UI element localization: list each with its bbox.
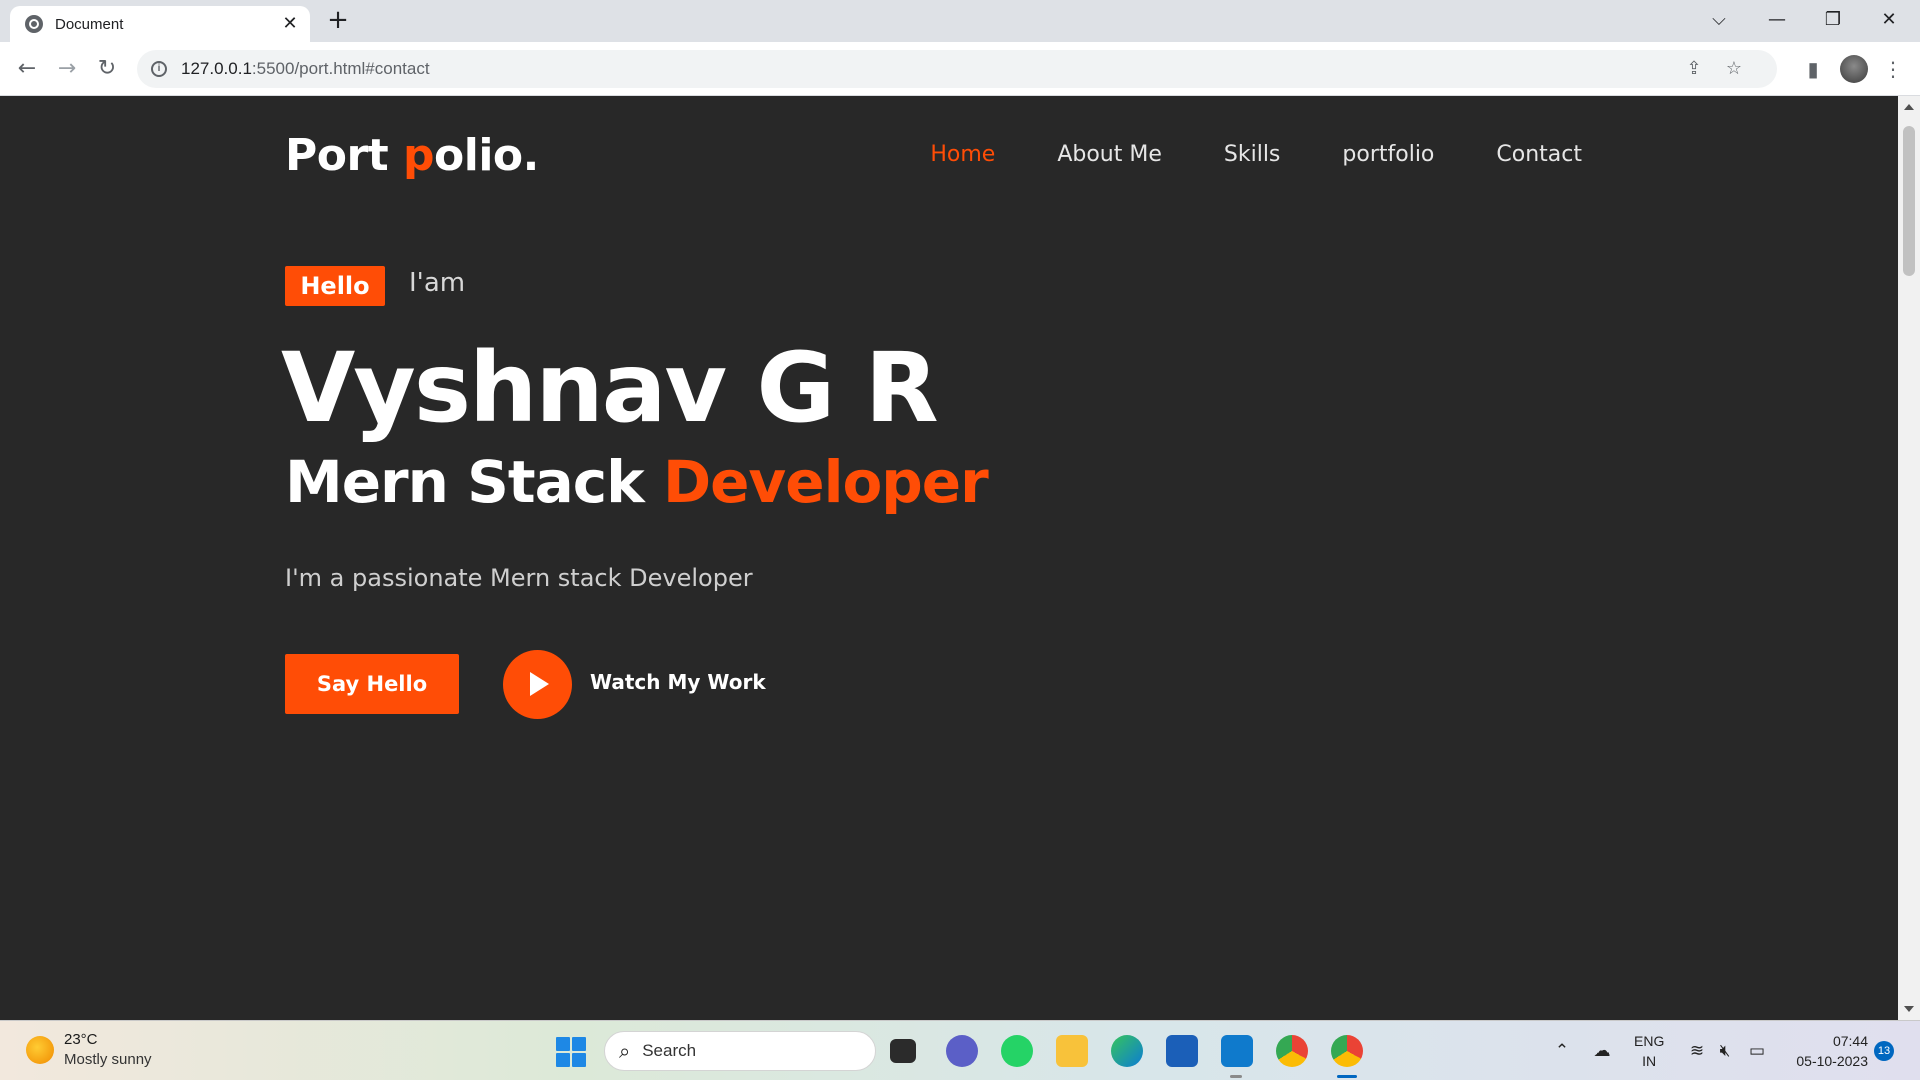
logo-text-rest: olio.: [434, 130, 539, 181]
kebab-menu-icon[interactable]: ⋮: [1878, 54, 1908, 84]
restore-button[interactable]: ❐: [1810, 4, 1856, 36]
clock-date: 05-10-2023: [1796, 1053, 1868, 1069]
nav-contact[interactable]: Contact: [1496, 142, 1582, 167]
whatsapp-icon[interactable]: [1001, 1035, 1033, 1067]
windows-taskbar: 23°C Mostly sunny ⌕ Search ⌃ ☁ ENG IN ≋ 🔇…: [0, 1020, 1920, 1080]
hero-tagline: I'm a passionate Mern stack Developer: [285, 564, 753, 592]
hello-badge: Hello: [285, 266, 385, 306]
logo-text: Port: [285, 130, 404, 181]
browser-toolbar: ← → ↻ i 127.0.0.1:5500/port.html#contact…: [0, 42, 1920, 96]
site-logo[interactable]: Port polio.: [285, 130, 539, 181]
speaker-muted-icon[interactable]: 🔇︎: [1713, 1039, 1737, 1063]
profile-avatar[interactable]: [1840, 55, 1868, 83]
page-scrollbar[interactable]: [1898, 96, 1920, 1020]
tab-title: Document: [55, 15, 124, 33]
clock-time: 07:44: [1832, 1033, 1868, 1049]
browser-tab-bar: Document ✕ + ⌵ — ❐ ✕: [0, 0, 1920, 42]
scroll-thumb[interactable]: [1903, 126, 1915, 276]
address-bar[interactable]: i 127.0.0.1:5500/port.html#contact ⇪ ☆: [137, 50, 1777, 88]
hero-title-main: Mern Stack: [285, 448, 663, 516]
browser-tab[interactable]: Document ✕: [10, 6, 310, 42]
search-icon: ⌕: [619, 1039, 631, 1063]
vscode-running-indicator: [1230, 1075, 1242, 1078]
chrome-active-indicator: [1337, 1075, 1357, 1078]
side-panel-icon[interactable]: ▮: [1798, 54, 1828, 84]
nav-portfolio[interactable]: portfolio: [1342, 142, 1434, 167]
url-host: 127.0.0.1: [181, 59, 252, 78]
play-icon[interactable]: [503, 650, 572, 719]
say-hello-button[interactable]: Say Hello: [285, 654, 459, 714]
new-tab-button[interactable]: +: [325, 7, 351, 34]
nav-about-me[interactable]: About Me: [1057, 142, 1162, 167]
logo-accent: p: [403, 130, 435, 181]
chevron-up-icon[interactable]: ⌃: [1550, 1039, 1574, 1063]
star-icon[interactable]: ☆: [1723, 58, 1745, 80]
chrome-icon[interactable]: [1276, 1035, 1308, 1067]
minimize-button[interactable]: —: [1754, 4, 1800, 36]
language-indicator[interactable]: ENG IN: [1634, 1031, 1664, 1071]
back-icon[interactable]: ←: [12, 54, 42, 84]
windows-start-icon[interactable]: [556, 1037, 586, 1067]
info-icon[interactable]: i: [151, 61, 167, 77]
clock[interactable]: 07:44 05-10-2023: [1796, 1031, 1868, 1071]
intro-text: I'am: [409, 268, 466, 298]
weather-temp[interactable]: 23°C: [64, 1031, 98, 1048]
tab-close-icon[interactable]: ✕: [280, 14, 300, 34]
close-window-button[interactable]: ✕: [1866, 4, 1912, 36]
nav-home[interactable]: Home: [930, 142, 995, 167]
battery-icon[interactable]: ▭: [1745, 1039, 1769, 1063]
search-label: Search: [642, 1041, 697, 1060]
hero-title-accent: Developer: [662, 448, 989, 516]
chrome-profile-icon[interactable]: [1331, 1035, 1363, 1067]
scroll-down-icon[interactable]: [1904, 1006, 1914, 1012]
wifi-icon[interactable]: ≋: [1685, 1039, 1709, 1063]
watch-my-work-link[interactable]: Watch My Work: [590, 670, 766, 694]
main-nav: Home About Me Skills portfolio Contact: [930, 142, 1582, 167]
onedrive-cloud-icon[interactable]: ☁: [1590, 1039, 1614, 1063]
teams-chat-icon[interactable]: [946, 1035, 978, 1067]
url-path: :5500/port.html#contact: [251, 59, 430, 78]
lang-region: IN: [1642, 1053, 1657, 1069]
notification-badge[interactable]: 13: [1874, 1041, 1894, 1061]
share-icon[interactable]: ⇪: [1683, 58, 1705, 80]
weather-desc[interactable]: Mostly sunny: [64, 1051, 152, 1068]
page-viewport: Port polio. Home About Me Skills portfol…: [0, 96, 1898, 1020]
microsoft-store-icon[interactable]: [1166, 1035, 1198, 1067]
hero-name: Vyshnav G R: [281, 332, 939, 444]
taskbar-search[interactable]: ⌕ Search: [604, 1031, 876, 1071]
lang-code: ENG: [1634, 1033, 1665, 1049]
hero-title: Mern Stack Developer: [285, 448, 989, 516]
reload-icon[interactable]: ↻: [92, 54, 122, 84]
tab-search-icon[interactable]: ⌵: [1696, 4, 1742, 36]
url-text[interactable]: 127.0.0.1:5500/port.html#contact: [181, 59, 430, 79]
globe-icon: [25, 15, 43, 33]
weather-sun-icon[interactable]: [26, 1036, 54, 1064]
vscode-icon[interactable]: [1221, 1035, 1253, 1067]
scroll-up-icon[interactable]: [1904, 104, 1914, 110]
edge-icon[interactable]: [1111, 1035, 1143, 1067]
forward-icon[interactable]: →: [52, 54, 82, 84]
file-explorer-icon[interactable]: [1056, 1035, 1088, 1067]
nav-skills[interactable]: Skills: [1224, 142, 1281, 167]
task-view-icon[interactable]: [890, 1039, 916, 1063]
